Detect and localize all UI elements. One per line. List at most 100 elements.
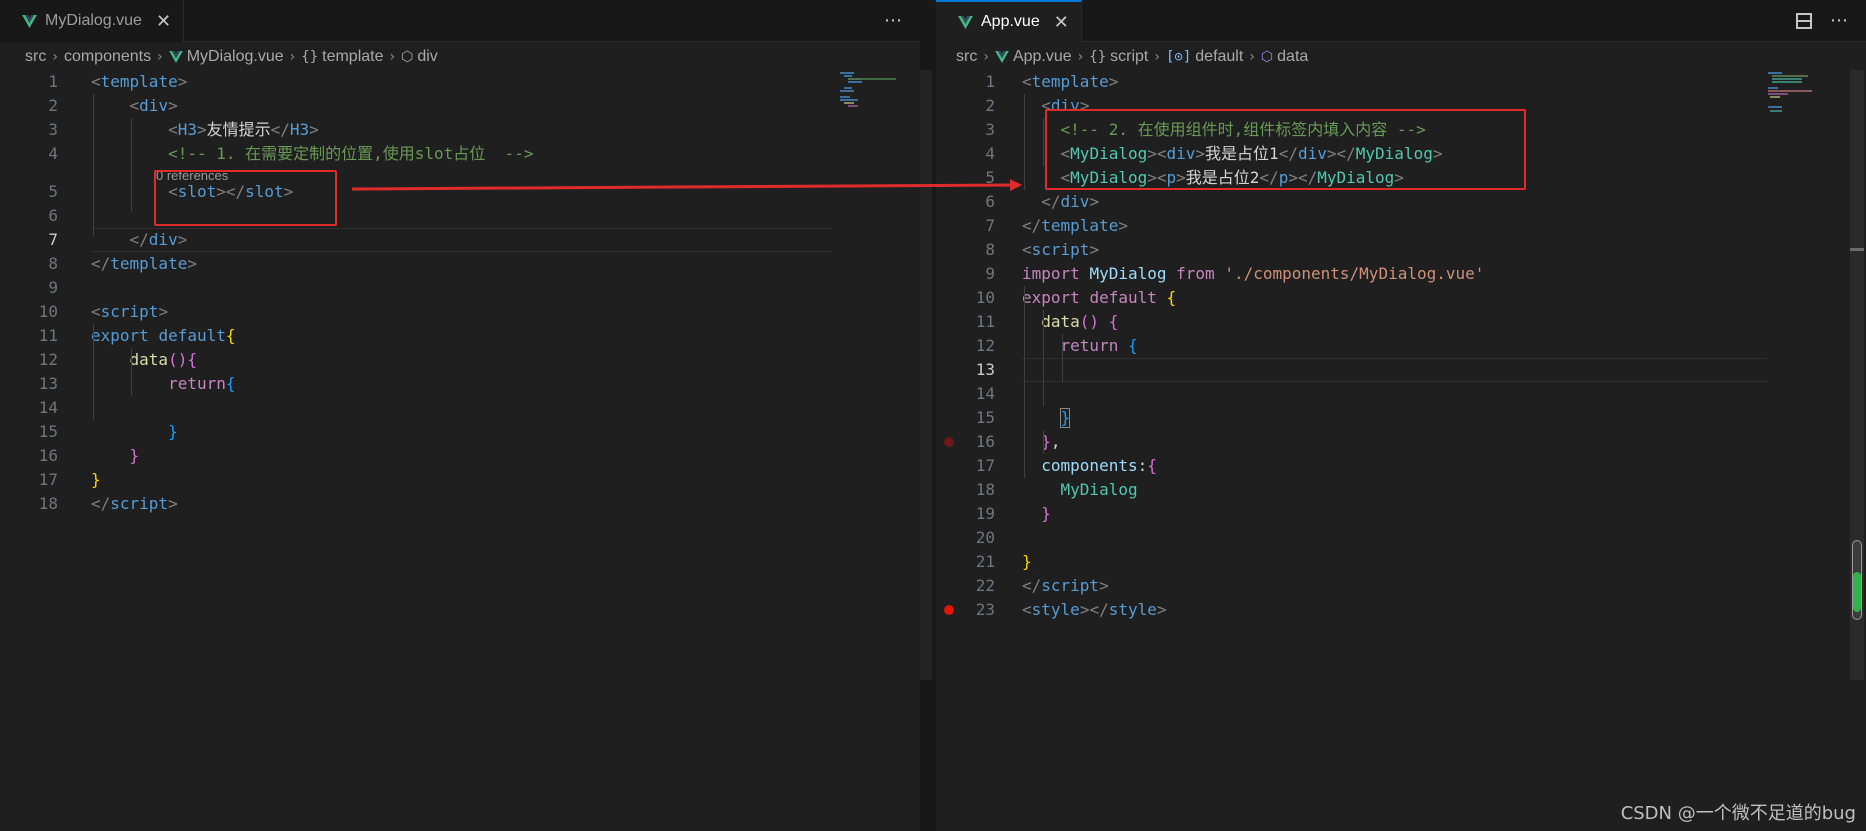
vertical-scrollbar[interactable] — [1850, 70, 1864, 680]
breadcrumb-item[interactable]: [⊙] default — [1166, 48, 1243, 66]
breadcrumb-item[interactable]: {} template — [301, 48, 383, 66]
code-text: </script> — [91, 494, 178, 513]
current-line-highlight — [1022, 358, 1767, 382]
close-icon[interactable]: ✕ — [1054, 12, 1069, 33]
line-number: 13 — [975, 360, 995, 379]
code-text: } — [168, 422, 178, 441]
line-number: 10 — [975, 288, 995, 307]
line-number: 15 — [975, 408, 995, 427]
breakpoint-hint-icon[interactable] — [944, 437, 954, 447]
more-actions-icon[interactable]: ⋯ — [1830, 10, 1848, 31]
breadcrumb: src › components › MyDialog.vue › {} template › ⬡… — [25, 46, 438, 68]
line-number: 1 — [48, 72, 58, 91]
line-number: 22 — [975, 576, 995, 595]
code-text: <style></style> — [1022, 600, 1167, 619]
minimap[interactable] — [840, 70, 920, 120]
breakpoint-icon[interactable] — [944, 605, 954, 615]
element-icon: ⬡ — [401, 49, 414, 65]
line-number: 9 — [985, 264, 995, 283]
slot-highlight-box — [154, 170, 337, 226]
breadcrumb-label: App.vue — [1012, 48, 1072, 65]
code-text: import MyDialog from './components/MyDia… — [1022, 264, 1485, 283]
code-text: MyDialog — [1060, 480, 1138, 499]
breadcrumb-label: MyDialog.vue — [186, 48, 284, 65]
code-text: </div> — [1041, 192, 1100, 211]
tab-mydialog-vue[interactable]: MyDialog.vue ✕ — [0, 0, 185, 42]
chevron-right-icon: › — [983, 49, 989, 65]
tab-label: App.vue — [981, 13, 1040, 30]
breadcrumb-label: src — [25, 48, 47, 65]
indent-guide — [1024, 286, 1025, 478]
breadcrumb-item[interactable]: ⬡ data — [1261, 48, 1308, 66]
line-number: 10 — [38, 302, 58, 321]
editor-splitter[interactable] — [920, 0, 936, 831]
code-text: export default { — [1022, 288, 1177, 307]
code-text: <!-- 1. 在需要定制的位置,使用slot占位 --> — [168, 144, 534, 163]
chevron-right-icon: › — [157, 49, 163, 65]
line-number: 7 — [48, 230, 58, 249]
code-text: </template> — [91, 254, 197, 273]
breadcrumb-item[interactable]: MyDialog.vue — [168, 48, 284, 66]
line-number: 7 — [985, 216, 995, 235]
breadcrumb-label: template — [322, 48, 384, 65]
split-editor-icon[interactable] — [1796, 13, 1812, 29]
breadcrumb-item[interactable]: src — [25, 48, 46, 66]
code-text: return{ — [168, 374, 236, 393]
code-text: <div> — [129, 96, 178, 115]
chevron-right-icon: › — [1077, 49, 1084, 65]
code-text: data() { — [1041, 312, 1119, 331]
code-text: components:{ — [1041, 456, 1157, 475]
breadcrumb-label: div — [417, 48, 438, 65]
line-number: 3 — [985, 120, 995, 139]
braces-icon: {} — [1089, 49, 1107, 65]
code-text: return { — [1060, 336, 1138, 355]
indent-guide — [93, 94, 94, 236]
code-text: </script> — [1022, 576, 1109, 595]
breadcrumb-item[interactable]: src — [956, 48, 977, 66]
line-number: 8 — [985, 240, 995, 259]
line-number: 3 — [48, 120, 58, 139]
line-number: 21 — [975, 552, 995, 571]
line-number: 9 — [48, 278, 58, 297]
line-number: 5 — [985, 168, 995, 187]
line-number: 18 — [975, 480, 995, 499]
tab-label: MyDialog.vue — [45, 12, 142, 29]
line-number: 16 — [38, 446, 58, 465]
code-text: data(){ — [129, 350, 197, 369]
line-number: 2 — [985, 96, 995, 115]
chevron-right-icon: › — [289, 49, 296, 65]
breadcrumb-label: default — [1195, 48, 1244, 65]
code-text: <script> — [91, 302, 169, 321]
usage-highlight-box — [1045, 109, 1526, 190]
minimap[interactable] — [1768, 70, 1858, 120]
more-actions-icon[interactable]: ⋯ — [884, 10, 902, 31]
chevron-right-icon: › — [1249, 49, 1255, 65]
current-line-highlight — [91, 228, 831, 252]
breadcrumb-item[interactable]: components — [64, 48, 151, 66]
breadcrumb-label: data — [1277, 48, 1309, 65]
close-icon[interactable]: ✕ — [156, 11, 171, 32]
indent-guide — [1043, 310, 1044, 406]
code-text: } — [1022, 552, 1032, 571]
code-text: </template> — [1022, 216, 1128, 235]
indent-guide — [131, 118, 132, 212]
indent-guide — [1043, 430, 1044, 454]
tab-app-vue[interactable]: App.vue ✕ — [936, 0, 1082, 42]
breadcrumb-item[interactable]: ⬡ div — [401, 48, 438, 66]
breadcrumb-label: src — [956, 48, 978, 65]
breadcrumb-item[interactable]: {} script — [1089, 48, 1148, 66]
line-number: 13 — [38, 374, 58, 393]
indent-guide — [1043, 118, 1044, 166]
right-tab-bar: App.vue ✕ ⋯ — [936, 0, 1866, 42]
line-number: 8 — [48, 254, 58, 273]
line-number: 5 — [48, 182, 58, 201]
breadcrumb-item[interactable]: App.vue — [995, 48, 1072, 66]
code-text: }, — [1041, 432, 1061, 451]
code-text: <template> — [91, 72, 188, 91]
left-tab-bar: MyDialog.vue ✕ ⋯ — [0, 0, 920, 42]
code-editor[interactable]: 1 <template> 2 <div> 3 <H3>友情提示</H3> 4 <!-- … — [0, 70, 920, 831]
line-number: 11 — [975, 312, 995, 331]
chevron-right-icon: › — [389, 49, 396, 65]
braces-icon: {} — [301, 49, 319, 65]
line-number: 17 — [975, 456, 995, 475]
